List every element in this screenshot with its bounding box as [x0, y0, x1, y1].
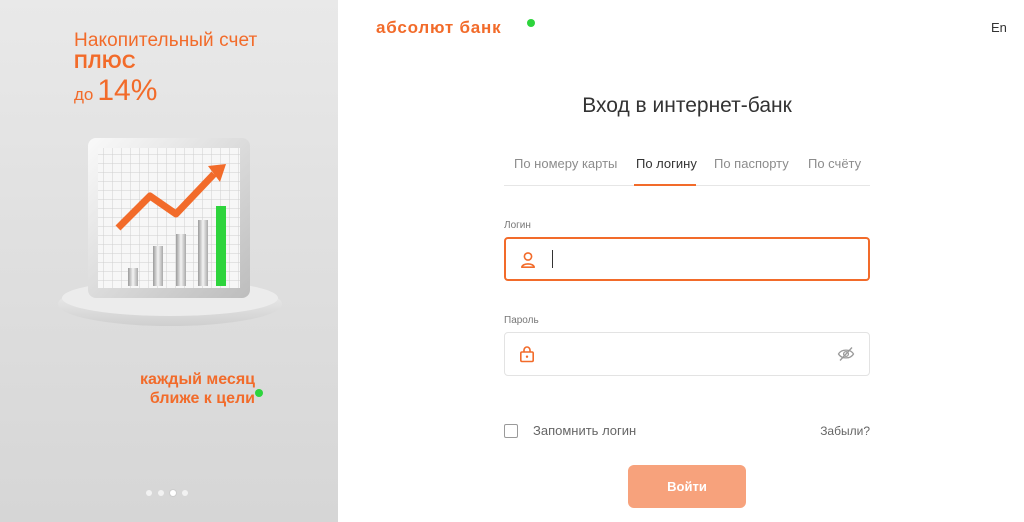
- promo-slogan-line1: каждый месяц: [140, 371, 255, 388]
- language-switch[interactable]: En: [991, 20, 1007, 35]
- login-field[interactable]: [504, 237, 870, 281]
- carousel-dots: [146, 490, 188, 496]
- login-method-tabs: По номеру карты По логину По паспорту По…: [504, 148, 870, 186]
- remember-label: Запомнить логин: [533, 423, 637, 438]
- tab-login[interactable]: По логину: [636, 156, 697, 171]
- login-field-label: Логин: [504, 220, 531, 231]
- password-field-label: Пароль: [504, 315, 539, 326]
- carousel-dot[interactable]: [158, 490, 164, 496]
- remember-checkbox[interactable]: [504, 423, 518, 438]
- page-title: Вход в интернет-банк: [582, 94, 792, 117]
- tab-card-number[interactable]: По номеру карты: [514, 156, 617, 171]
- carousel-dot[interactable]: [146, 490, 152, 496]
- promo-banner[interactable]: Накопительный счет ПЛЮС до 14% каждый ме…: [0, 0, 338, 522]
- eye-off-icon[interactable]: [837, 346, 855, 362]
- password-input[interactable]: [549, 341, 819, 367]
- logo-dot-icon: [527, 19, 535, 27]
- carousel-dot-active[interactable]: [170, 490, 176, 496]
- promo-slogan-line2: ближе к цели: [149, 390, 255, 407]
- login-input[interactable]: [550, 247, 820, 273]
- password-field[interactable]: [504, 332, 870, 376]
- remember-login[interactable]: Запомнить логин: [504, 423, 636, 438]
- bank-logo[interactable]: абсолют банк: [376, 18, 501, 38]
- promo-rate: до 14%: [74, 74, 157, 108]
- carousel-dot[interactable]: [182, 490, 188, 496]
- growth-chart-illustration: [58, 136, 283, 336]
- forgot-link[interactable]: Забыли?: [820, 424, 870, 438]
- promo-product-name: ПЛЮС: [74, 52, 137, 73]
- submit-button[interactable]: Войти: [628, 465, 746, 508]
- active-tab-indicator: [634, 184, 696, 186]
- promo-rate-value: 14%: [97, 74, 158, 107]
- tab-passport[interactable]: По паспорту: [714, 156, 789, 171]
- user-icon: [521, 252, 535, 268]
- promo-rate-prefix: до: [74, 85, 94, 104]
- lock-icon: [519, 346, 534, 363]
- login-page: Накопительный счет ПЛЮС до 14% каждый ме…: [0, 0, 1024, 522]
- promo-title: Накопительный счет: [74, 30, 258, 51]
- tab-account[interactable]: По счёту: [808, 156, 861, 171]
- brand-dot: [255, 389, 263, 397]
